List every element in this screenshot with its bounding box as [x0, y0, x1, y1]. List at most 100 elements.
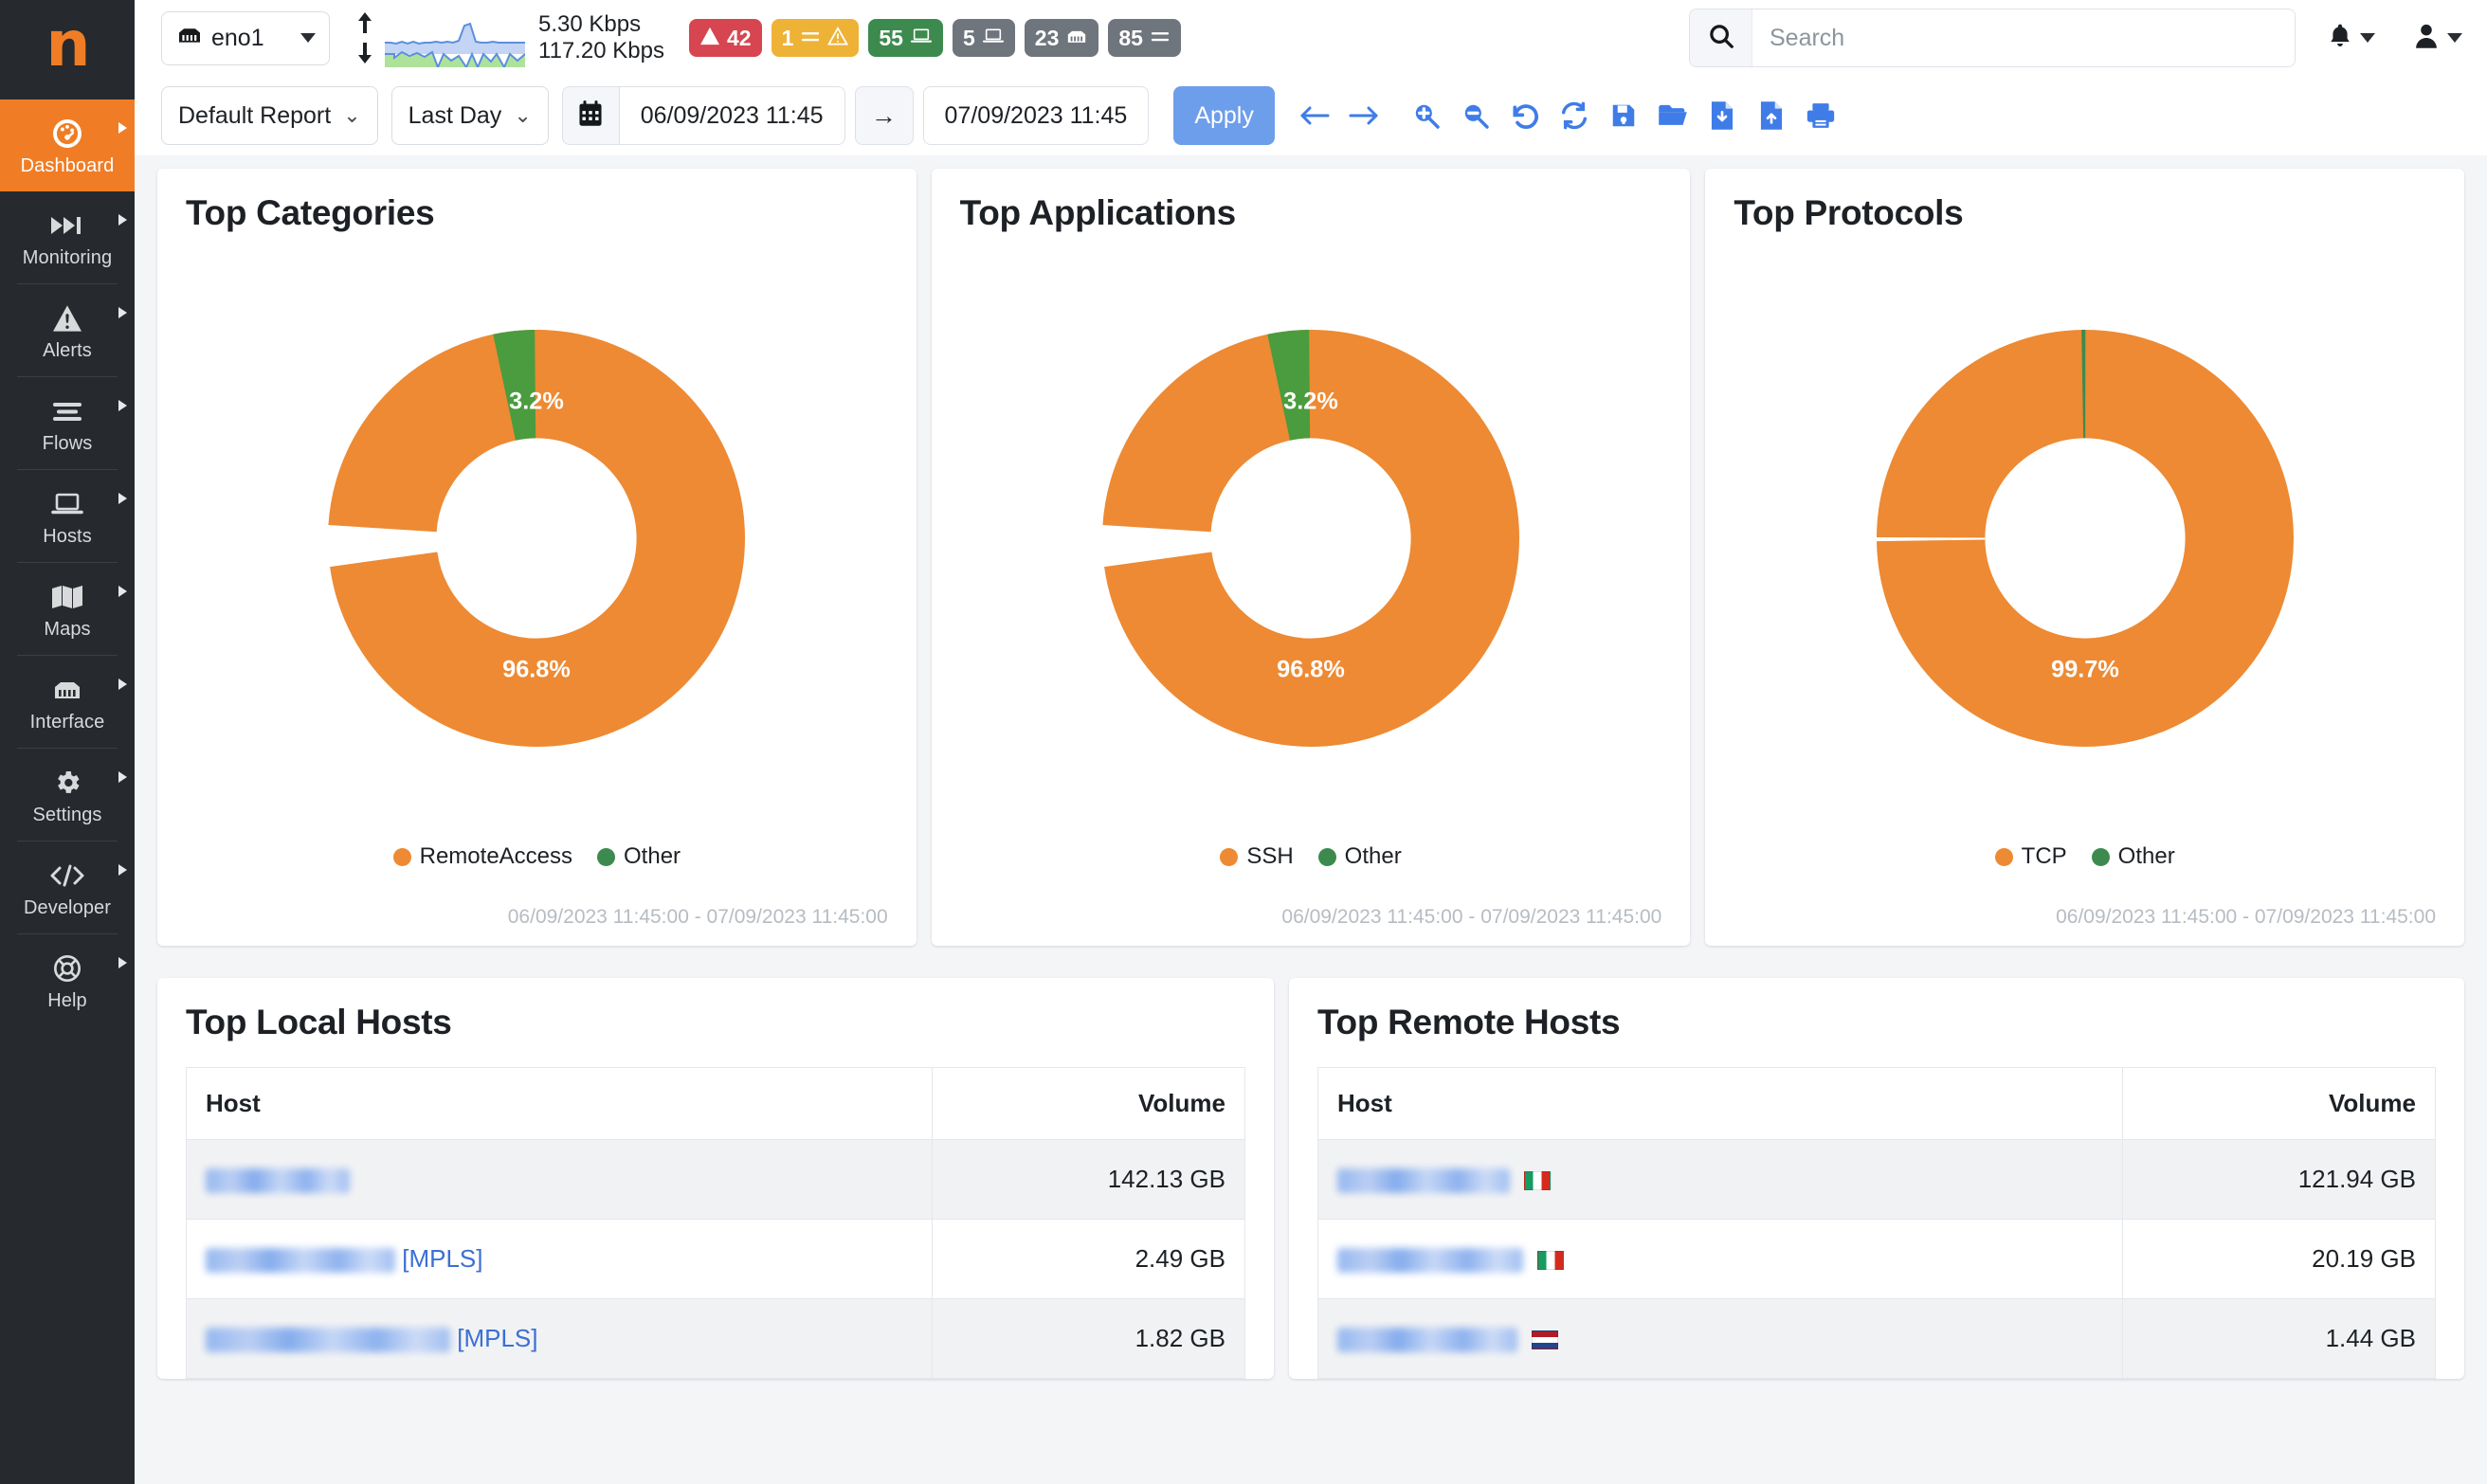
table-row[interactable]: 20.19 GB — [1317, 1219, 2436, 1299]
back-arrow-icon[interactable] — [1290, 91, 1339, 140]
sidebar-item-label: Hosts — [43, 526, 92, 547]
redacted-host-name — [206, 1168, 350, 1194]
header-right-group — [1689, 9, 2462, 67]
sidebar: n Dashboard Monitoring Alerts Flows Host… — [0, 0, 135, 1484]
report-selector[interactable]: Default Report ⌄ — [161, 86, 378, 145]
legend-swatch — [1994, 847, 2013, 866]
legend-item-primary[interactable]: RemoteAccess — [392, 843, 572, 870]
donut-label-other: 3.2% — [509, 389, 564, 415]
legend-item-primary[interactable]: SSH — [1220, 843, 1294, 870]
column-header-volume[interactable]: Volume — [932, 1067, 1245, 1140]
alerts-badge[interactable]: 42 — [689, 19, 762, 57]
zoom-out-icon[interactable] — [1451, 91, 1500, 140]
sidebar-item-label: Interface — [29, 712, 105, 733]
ethernet-port-icon — [51, 672, 83, 708]
mpls-tag[interactable]: [MPLS] — [402, 1244, 482, 1273]
open-folder-icon[interactable] — [1648, 91, 1697, 140]
table-row[interactable]: 142.13 GB — [186, 1139, 1245, 1220]
flows-badge[interactable]: 85 — [1108, 19, 1181, 57]
chevron-right-icon — [118, 307, 127, 318]
refresh-icon[interactable] — [1550, 91, 1599, 140]
page-title: Top Remote Hosts — [1317, 1003, 1621, 1041]
host-cell[interactable]: [MPLS] — [186, 1298, 933, 1379]
inactive-devices-badge[interactable]: 5 — [952, 19, 1015, 57]
column-header-host[interactable]: Host — [1317, 1067, 2123, 1140]
calendar-button[interactable] — [561, 86, 619, 145]
zoom-in-icon[interactable] — [1402, 91, 1451, 140]
table-row[interactable]: [MPLS] 2.49 GB — [186, 1219, 1245, 1299]
sidebar-item-monitoring[interactable]: Monitoring — [0, 191, 135, 283]
top-categories-donut[interactable]: 3.2% 96.8% — [186, 233, 888, 843]
sidebar-item-hosts[interactable]: Hosts — [0, 470, 135, 562]
host-cell[interactable] — [1317, 1219, 2123, 1299]
legend-item-primary[interactable]: TCP — [1994, 843, 2067, 870]
bell-icon — [2328, 22, 2352, 55]
alert-triangle-icon — [699, 26, 720, 51]
sidebar-item-help[interactable]: Help — [0, 934, 135, 1026]
host-cell[interactable]: [MPLS] — [186, 1219, 933, 1299]
device-icon — [982, 26, 1005, 51]
badge-value: 85 — [1118, 25, 1143, 50]
file-download-icon[interactable] — [1697, 91, 1747, 140]
volume-cell: 20.19 GB — [2122, 1219, 2436, 1299]
search-input[interactable] — [1752, 9, 2295, 66]
chevron-right-icon — [118, 957, 127, 968]
sidebar-item-label: Developer — [23, 897, 112, 918]
print-icon[interactable] — [1796, 91, 1845, 140]
app-logo[interactable]: n — [0, 0, 135, 100]
top-protocols-donut[interactable]: 99.7% — [1734, 233, 2436, 843]
search-button[interactable] — [1690, 9, 1752, 66]
redacted-host-name — [206, 1328, 450, 1353]
flow-alerts-badge[interactable]: 1 — [771, 19, 860, 57]
page-title: Top Applications — [959, 193, 1236, 232]
sidebar-item-alerts[interactable]: Alerts — [0, 284, 135, 376]
report-name: Default Report — [178, 101, 332, 129]
user-menu[interactable] — [2413, 22, 2462, 55]
user-icon — [2413, 22, 2440, 55]
file-upload-icon[interactable] — [1747, 91, 1796, 140]
sidebar-item-developer[interactable]: Developer — [0, 842, 135, 933]
active-devices-badge[interactable]: 55 — [868, 19, 943, 57]
host-cell[interactable] — [1317, 1298, 2123, 1379]
legend-label: SSH — [1246, 843, 1294, 869]
country-flag-italy-icon — [1537, 1251, 1565, 1271]
host-cell[interactable] — [186, 1139, 933, 1220]
interface-selector[interactable]: eno1 — [161, 10, 330, 65]
chevron-down-icon — [2360, 33, 2375, 43]
range-arrow-icon: → — [854, 86, 914, 145]
legend-swatch — [2091, 847, 2110, 866]
table-row[interactable]: [MPLS] 1.82 GB — [186, 1298, 1245, 1379]
legend-label: TCP — [2021, 843, 2067, 869]
host-cell[interactable] — [1317, 1139, 2123, 1220]
sidebar-item-interface[interactable]: Interface — [0, 656, 135, 748]
sidebar-item-flows[interactable]: Flows — [0, 377, 135, 469]
legend-item-other[interactable]: Other — [2091, 843, 2175, 870]
column-header-volume[interactable]: Volume — [2122, 1067, 2436, 1140]
undo-icon[interactable] — [1500, 91, 1550, 140]
top-applications-donut[interactable]: 3.2% 96.8% — [960, 233, 1662, 843]
interfaces-badge[interactable]: 23 — [1024, 19, 1099, 57]
apply-button[interactable]: Apply — [1173, 86, 1275, 145]
sidebar-item-settings[interactable]: Settings — [0, 749, 135, 841]
notifications-menu[interactable] — [2328, 22, 2375, 55]
top-applications-legend: SSH Other — [960, 843, 1662, 878]
table-row[interactable]: 121.94 GB — [1317, 1139, 2436, 1220]
date-from-input[interactable]: 06/09/2023 11:45 — [618, 86, 845, 145]
legend-item-other[interactable]: Other — [1317, 843, 1402, 870]
save-icon[interactable] — [1599, 91, 1648, 140]
table-row[interactable]: 1.44 GB — [1317, 1298, 2436, 1379]
sidebar-item-dashboard[interactable]: Dashboard — [0, 100, 135, 191]
search-box[interactable] — [1689, 9, 2296, 67]
legend-item-other[interactable]: Other — [597, 843, 681, 870]
rate-down: 117.20 Kbps — [538, 38, 664, 63]
sidebar-item-maps[interactable]: Maps — [0, 563, 135, 655]
donut-label-primary: 96.8% — [1277, 656, 1345, 682]
time-range-selector[interactable]: Last Day ⌄ — [390, 86, 549, 145]
chart-timerange: 06/09/2023 11:45:00 - 07/09/2023 11:45:0… — [1281, 906, 1662, 928]
code-brackets-icon — [49, 858, 85, 894]
mpls-tag[interactable]: [MPLS] — [457, 1324, 537, 1352]
column-header-host[interactable]: Host — [186, 1067, 933, 1140]
forward-arrow-icon[interactable] — [1339, 91, 1389, 140]
date-to-input[interactable]: 07/09/2023 11:45 — [922, 86, 1150, 145]
list-lines-icon — [800, 26, 821, 51]
